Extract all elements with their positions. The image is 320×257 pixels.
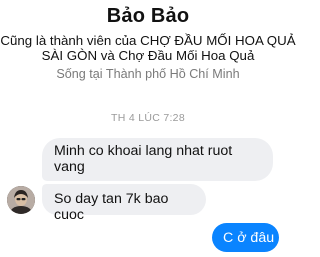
- mutual-groups-line: SÀI GÒN và Chợ Đầu Mối Hoa Quả: [41, 48, 255, 63]
- incoming-message-bubble[interactable]: So day tan 7k bao cuoc: [42, 184, 206, 223]
- mutual-groups-info: Cũng là thành viên của CHỢ ĐẦU MỐI HOA Q…: [0, 33, 296, 63]
- contact-avatar[interactable]: [7, 186, 35, 214]
- avatar-photo-icon: [7, 186, 35, 214]
- incoming-message-bubble[interactable]: Minh co khoai lang nhat ruot vang: [42, 138, 273, 181]
- message-timestamp: TH 4 LÚC 7:28: [111, 112, 185, 124]
- location-info: Sống tại Thành phố Hồ Chí Minh: [56, 67, 240, 81]
- contact-name: Bảo Bảo: [106, 5, 190, 27]
- outgoing-message-bubble[interactable]: C ở đâu: [212, 223, 279, 252]
- mutual-groups-line: Cũng là thành viên của CHỢ ĐẦU MỐI HOA Q…: [0, 33, 296, 48]
